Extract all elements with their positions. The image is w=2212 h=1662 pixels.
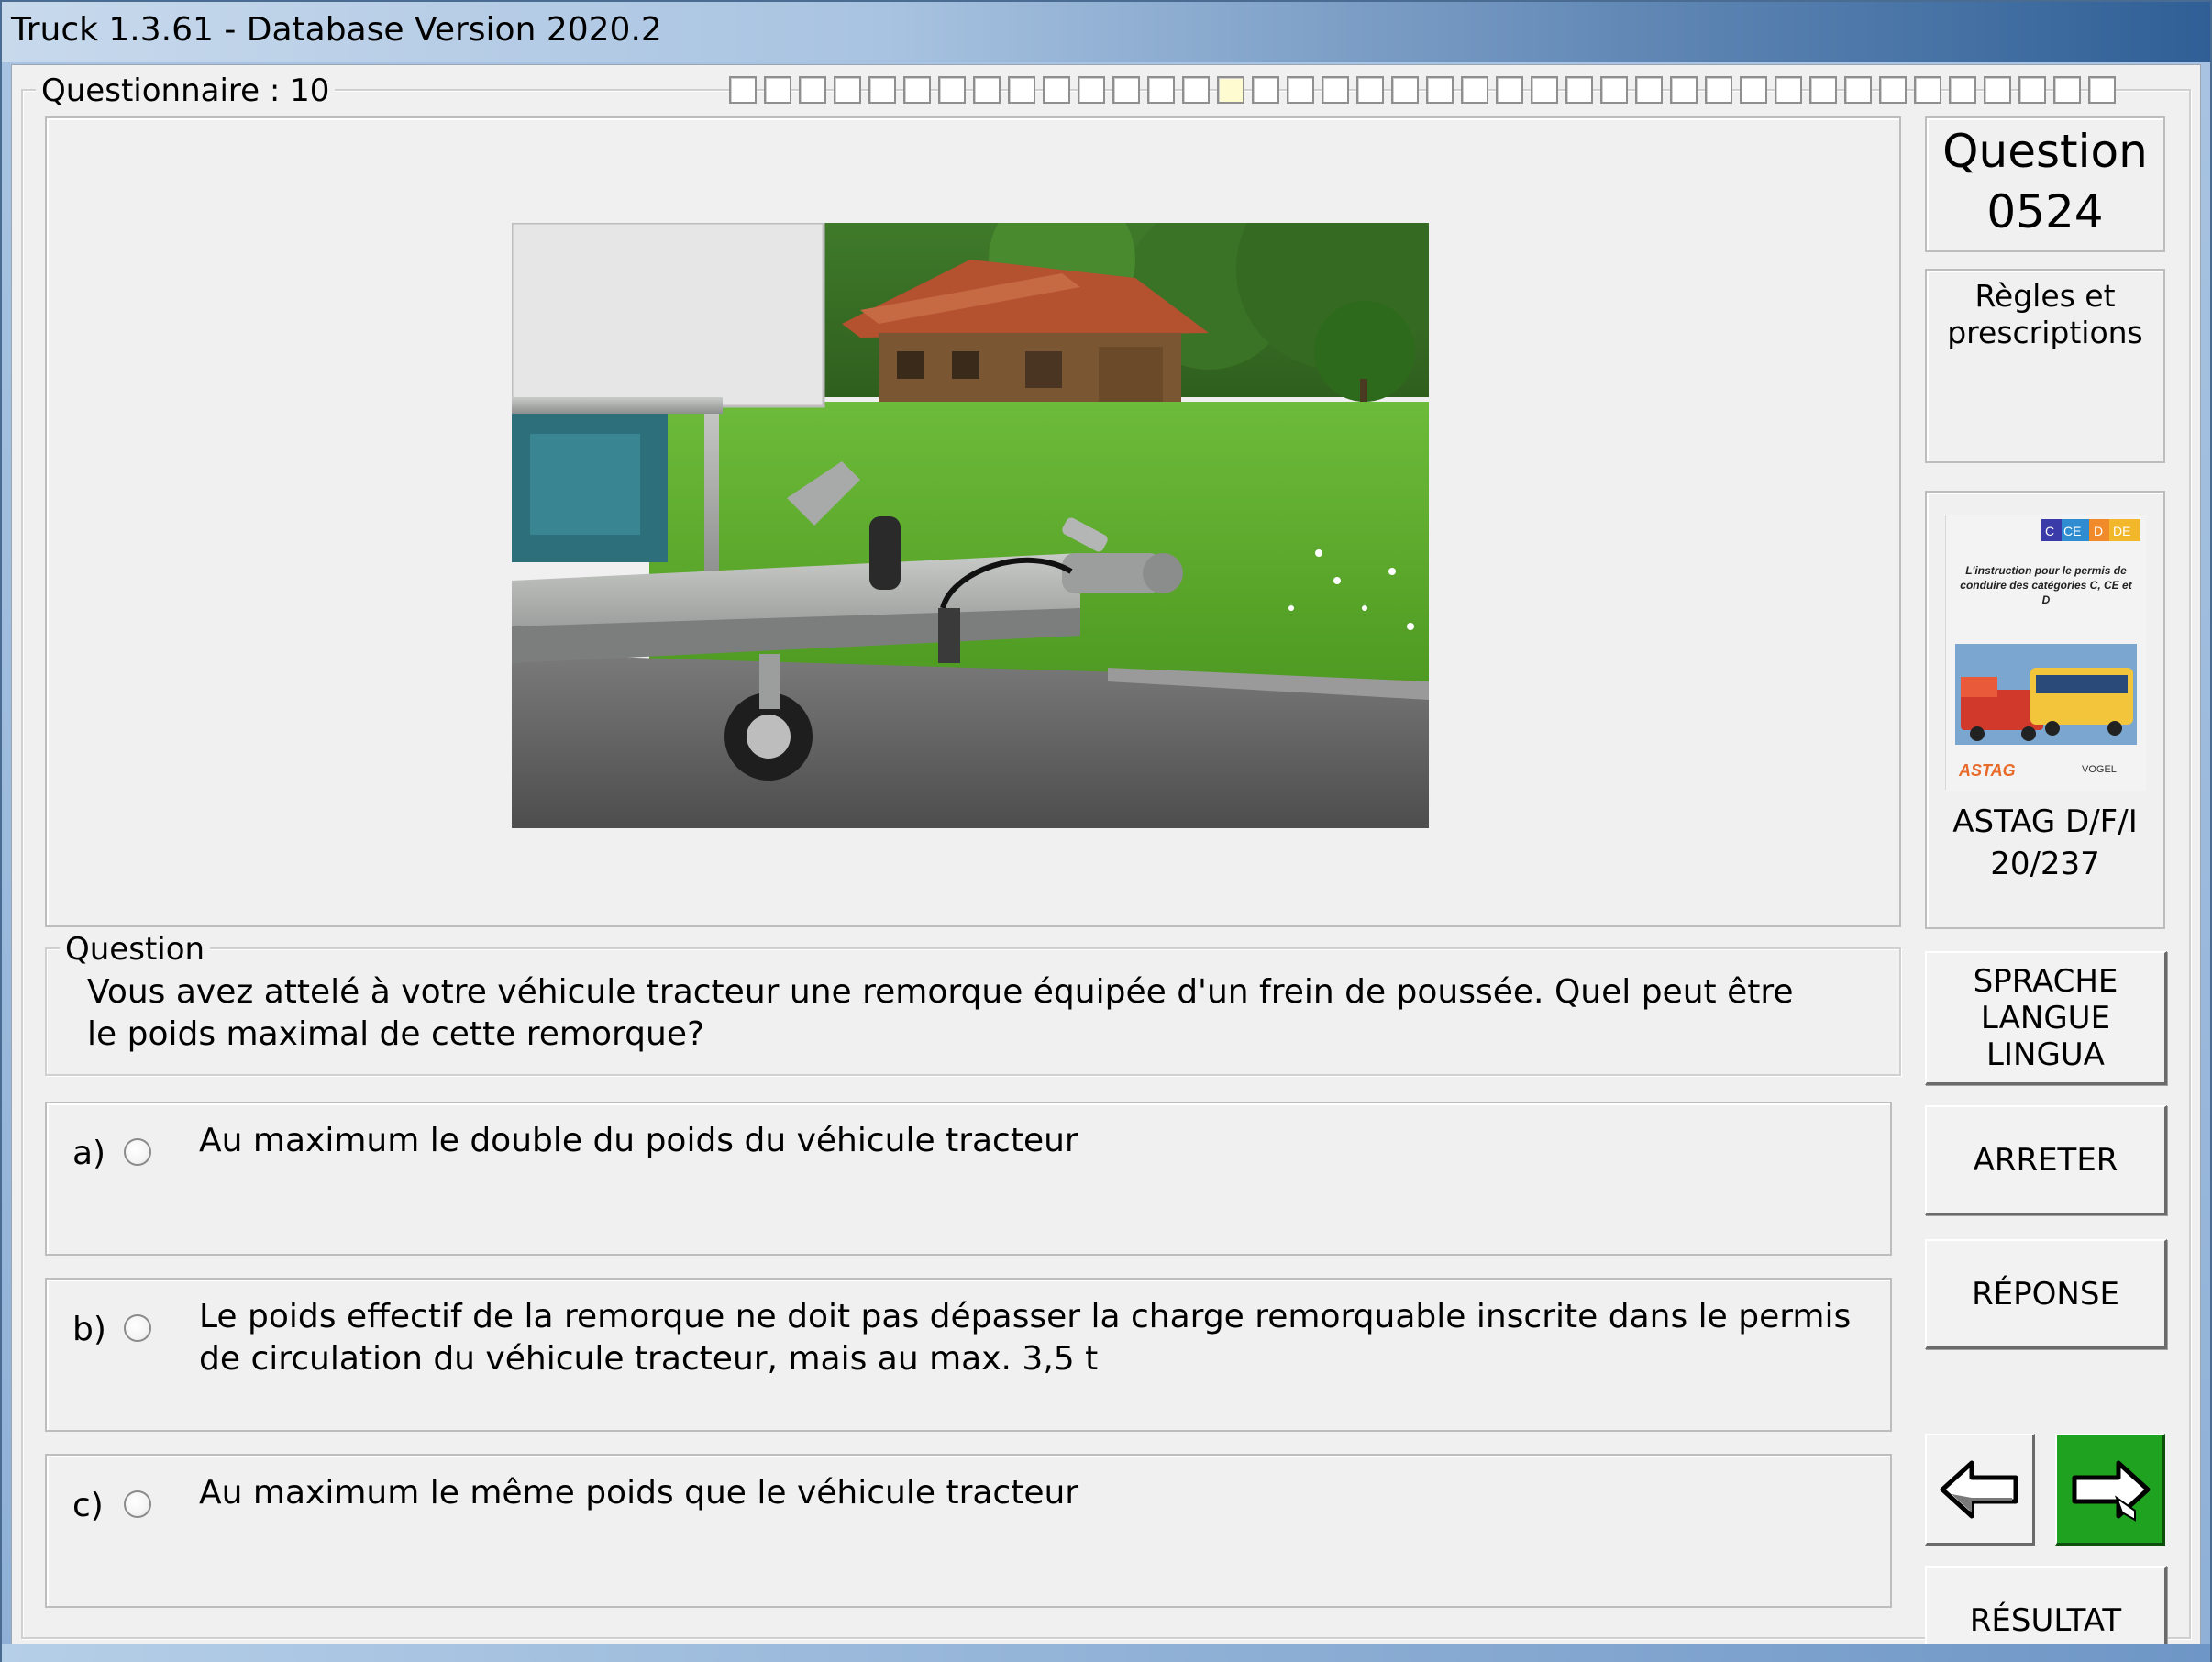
progress-segment [868,76,896,104]
progress-segment [1600,76,1628,104]
progress-segment [1984,76,2011,104]
answer-button-label: RÉPONSE [1972,1275,2119,1313]
answer-b-radio[interactable] [124,1314,151,1342]
svg-text:ASTAG: ASTAG [1958,761,2016,780]
answer-a[interactable]: a) Au maximum le double du poids du véhi… [45,1102,1892,1256]
progress-segment [1705,76,1732,104]
svg-text:CE: CE [2063,524,2081,538]
book-cover-image: C CE D DE L'instruction pour le permis d… [1945,515,2146,791]
progress-segment [1008,76,1035,104]
book-meta: ASTAG D/F/I 20/237 [1927,801,2163,885]
arrow-right-icon [2072,1460,2150,1522]
progress-segment [1078,76,1105,104]
progress-segment [1809,76,1837,104]
back-button[interactable] [1925,1434,2035,1546]
answer-b-text: Le poids effectif de la remorque ne doit… [199,1298,1852,1378]
app-window: Truck 1.3.61 - Database Version 2020.2 Q… [0,0,2212,1662]
svg-text:D: D [2094,524,2103,538]
progress-segment [1775,76,1802,104]
progress-segment [1670,76,1698,104]
language-button[interactable]: SPRACHE LANGUE LINGUA [1925,951,2167,1085]
progress-segment [1635,76,1663,104]
progress-segment [764,76,791,104]
questionnaire-label: Questionnaire : 10 [36,74,336,107]
progress-segment [1565,76,1593,104]
answer-a-radio[interactable] [124,1138,151,1166]
progress-segment [1914,76,1941,104]
title-bar[interactable]: Truck 1.3.61 - Database Version 2020.2 [2,2,2210,62]
answer-c-letter: c) [72,1487,104,1524]
progress-segment [1531,76,1558,104]
progress-segment [1426,76,1454,104]
client-area: Questionnaire : 10 Question Vous avez at… [11,64,2201,1662]
question-legend: Question [60,933,211,966]
answer-c-radio[interactable] [124,1490,151,1518]
progress-segment [903,76,931,104]
question-photo [512,223,1429,828]
answer-a-text: Au maximum le double du poids du véhicul… [199,1122,1078,1159]
answer-c-text: Au maximum le même poids que le véhicule… [199,1474,1079,1512]
window-bottom-border [2,1644,2210,1662]
progress-segment [1356,76,1384,104]
progress-segment [938,76,966,104]
book-cover-text: L'instruction pour le permis de conduire… [1960,564,2132,606]
window-title: Truck 1.3.61 - Database Version 2020.2 [11,11,662,49]
progress-segment [799,76,826,104]
answer-b[interactable]: b) Le poids effectif de la remorque ne d… [45,1278,1892,1432]
progress-segment [1182,76,1210,104]
answer-button[interactable]: RÉPONSE [1925,1239,2167,1349]
progress-segment [1147,76,1175,104]
category-badges: C CE D DE [2041,519,2140,541]
progress-segment [1112,76,1140,104]
progress-segment [1391,76,1419,104]
svg-text:DE: DE [2113,524,2130,538]
progress-segment [2088,76,2116,104]
trailer-photo-illustration [512,223,1429,828]
progress-segment [1461,76,1488,104]
progress-segment [2053,76,2081,104]
progress-segment [1879,76,1907,104]
answer-a-letter: a) [72,1135,106,1172]
svg-text:C: C [2045,524,2054,538]
progress-segment [1949,76,1976,104]
answer-c[interactable]: c) Au maximum le même poids que le véhic… [45,1454,1892,1608]
question-number: 0524 [1986,185,2104,238]
question-number-label: Question [1942,125,2148,178]
progress-segment [1252,76,1279,104]
question-number-box: Question 0524 [1925,116,2165,252]
book-source: ASTAG D/F/I [1952,803,2138,840]
stop-button[interactable]: ARRETER [1925,1105,2167,1215]
progress-segment [1217,76,1244,104]
category-box: Règles et prescriptions [1925,269,2165,463]
progress-segment [1740,76,1767,104]
svg-text:VOGEL: VOGEL [2082,764,2117,775]
progress-segment [1043,76,1070,104]
progress-segment [1287,76,1314,104]
progress-segment [729,76,757,104]
language-button-label: SPRACHE LANGUE LINGUA [1973,962,2118,1073]
progress-segment [973,76,1001,104]
progress-segment [1496,76,1523,104]
progress-segment [1322,76,1349,104]
progress-track [729,76,2116,104]
source-book-box: C CE D DE L'instruction pour le permis d… [1925,491,2165,929]
progress-segment [1844,76,1872,104]
progress-segment [2018,76,2046,104]
answer-b-letter: b) [72,1311,106,1348]
book-reference: 20/237 [1990,846,2100,882]
arrow-left-icon [1940,1460,2018,1518]
question-text: Vous avez attelé à votre véhicule tracte… [87,973,1794,1053]
progress-segment [834,76,861,104]
stop-button-label: ARRETER [1973,1141,2118,1179]
result-button-label: RÉSULTAT [1969,1601,2122,1639]
next-button[interactable] [2055,1434,2165,1546]
category-label: Règles et prescriptions [1947,278,2143,350]
